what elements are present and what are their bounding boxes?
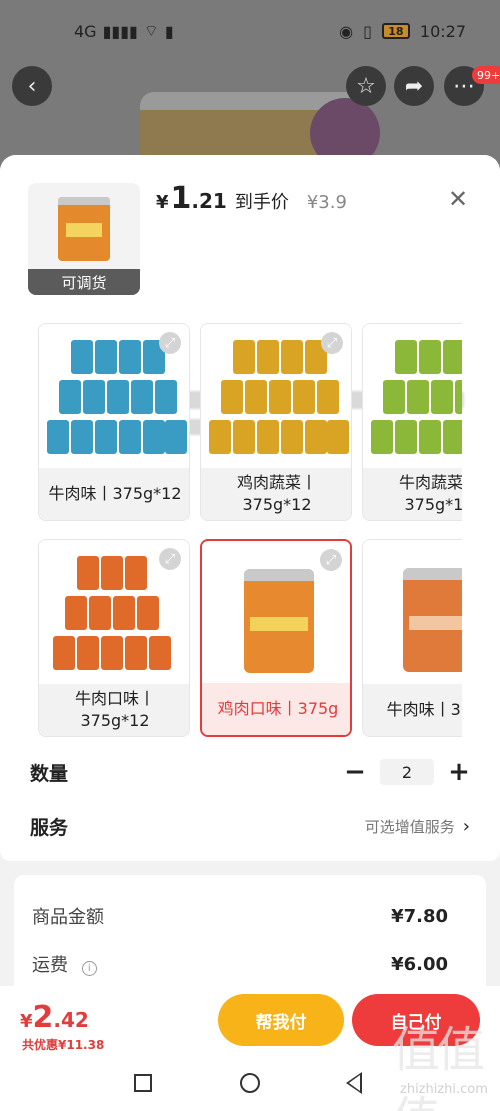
sku-selector-sheet: 可调货 ¥ 1 .21 到手价 ¥3.9 ✕ ⤢ 牛肉味丨375g*12 ⤢ 鸡… <box>0 155 500 1111</box>
price-label: 到手价 <box>234 192 289 213</box>
home-icon[interactable] <box>240 1073 260 1093</box>
goods-amount-label: 商品金额 <box>32 907 104 928</box>
close-icon[interactable]: ✕ <box>448 185 468 213</box>
service-hint: 可选增值服务 <box>364 818 455 836</box>
total-price: ¥ 2 .42 <box>20 1000 89 1035</box>
back-button[interactable]: ‹ <box>12 66 52 106</box>
option-label: 鸡肉蔬菜丨375g*12 <box>201 468 351 520</box>
shipping-row: 运费 i ¥6.00 <box>32 951 448 977</box>
shipping-value: ¥6.00 <box>391 953 448 975</box>
recents-icon[interactable] <box>134 1074 152 1092</box>
quantity-row: 数量 − 2 + <box>30 757 470 787</box>
product-card: 可调货 ¥ 1 .21 到手价 ¥3.9 ✕ ⤢ 牛肉味丨375g*12 ⤢ 鸡… <box>0 155 500 861</box>
price-integer: 1 <box>170 181 192 216</box>
battery-icon: 18 <box>381 23 410 39</box>
total-integer: 2 <box>32 1000 54 1035</box>
price-decimal: .21 <box>191 189 227 213</box>
favorite-button[interactable]: ☆ <box>346 66 386 106</box>
option-image <box>363 540 462 688</box>
quantity-label: 数量 <box>30 762 69 785</box>
share-icon: ➦ <box>404 73 424 99</box>
product-can-image <box>58 197 110 261</box>
goods-amount-row: 商品金额 ¥7.80 <box>32 903 448 929</box>
eye-comfort-icon: ◉ <box>339 21 354 41</box>
chevron-right-icon: › <box>462 816 470 837</box>
product-thumbnail[interactable]: 可调货 <box>28 183 140 295</box>
option-label: 牛肉蔬菜丨375g*12 <box>363 468 462 520</box>
total-discount: 共优惠¥11.38 <box>22 1038 105 1052</box>
status-bar: 4G ▮▮▮▮ ⌔ ▮ ◉ ▯ 18 10:27 <box>0 0 500 62</box>
quantity-stepper: − 2 + <box>344 757 470 787</box>
total-decimal: .42 <box>53 1008 89 1032</box>
expand-icon[interactable]: ⤢ <box>320 549 342 571</box>
battery-saver-icon: ▮ <box>164 21 174 41</box>
notification-badge: 99+ <box>472 66 500 84</box>
goods-amount-value: ¥7.80 <box>391 905 448 927</box>
share-button[interactable]: ➦ <box>394 66 434 106</box>
background-product-page: 4G ▮▮▮▮ ⌔ ▮ ◉ ▯ 18 10:27 ‹ ☆ ➦ ⋯ 99+ <box>0 0 500 170</box>
info-icon[interactable]: i <box>81 961 97 976</box>
chevron-left-icon: ‹ <box>27 73 37 99</box>
quantity-input[interactable]: 2 <box>380 759 434 785</box>
option-card[interactable]: ⤢ 牛肉味丨375g*12 <box>38 323 190 521</box>
price-row: ¥ 1 .21 到手价 ¥3.9 <box>156 181 347 216</box>
watermark-site: zhizhizhi.com <box>400 1082 488 1097</box>
stock-tag: 可调货 <box>28 269 140 295</box>
back-nav-icon[interactable] <box>346 1072 362 1094</box>
wifi-icon: ⌔ <box>143 21 159 40</box>
option-grid: ⤢ 牛肉味丨375g*12 ⤢ 鸡肉蔬菜丨375g*12 牛肉蔬菜 375g* … <box>38 323 462 743</box>
currency-symbol: ¥ <box>156 192 169 213</box>
original-price: ¥3.9 <box>306 192 347 213</box>
option-card[interactable]: 牛肉味丨375g <box>362 539 462 737</box>
vibrate-icon: ▯ <box>363 21 372 41</box>
option-image <box>363 324 462 472</box>
option-card[interactable]: 牛肉蔬菜丨375g*12 <box>362 323 462 521</box>
clock: 10:27 <box>419 21 466 41</box>
product-can-image <box>244 569 314 673</box>
product-can-image <box>403 568 462 672</box>
minus-button[interactable]: − <box>344 757 366 787</box>
service-label: 服务 <box>30 817 69 839</box>
expand-icon[interactable]: ⤢ <box>159 548 181 570</box>
option-label: 牛肉口味丨375g*12 <box>39 684 189 736</box>
total-currency: ¥ <box>20 1011 33 1032</box>
network-indicator: 4G <box>74 21 97 41</box>
option-label: 牛肉味丨375g <box>363 684 462 736</box>
plus-button[interactable]: + <box>448 757 470 787</box>
expand-icon[interactable]: ⤢ <box>321 332 343 354</box>
star-icon: ☆ <box>356 73 376 99</box>
option-card-selected[interactable]: ⤢ 鸡肉口味丨375g <box>200 539 352 737</box>
option-card[interactable]: ⤢ 牛肉口味丨375g*12 <box>38 539 190 737</box>
option-label: 鸡肉口味丨375g <box>202 683 350 735</box>
option-card[interactable]: ⤢ 鸡肉蔬菜丨375g*12 <box>200 323 352 521</box>
signal-icon: ▮▮▮▮ <box>102 21 138 41</box>
shipping-label: 运费 <box>32 955 68 976</box>
help-pay-button[interactable]: 帮我付 <box>218 994 344 1046</box>
expand-icon[interactable]: ⤢ <box>159 332 181 354</box>
option-label: 牛肉味丨375g*12 <box>39 468 189 520</box>
service-row[interactable]: 服务 可选增值服务 › <box>30 813 470 840</box>
